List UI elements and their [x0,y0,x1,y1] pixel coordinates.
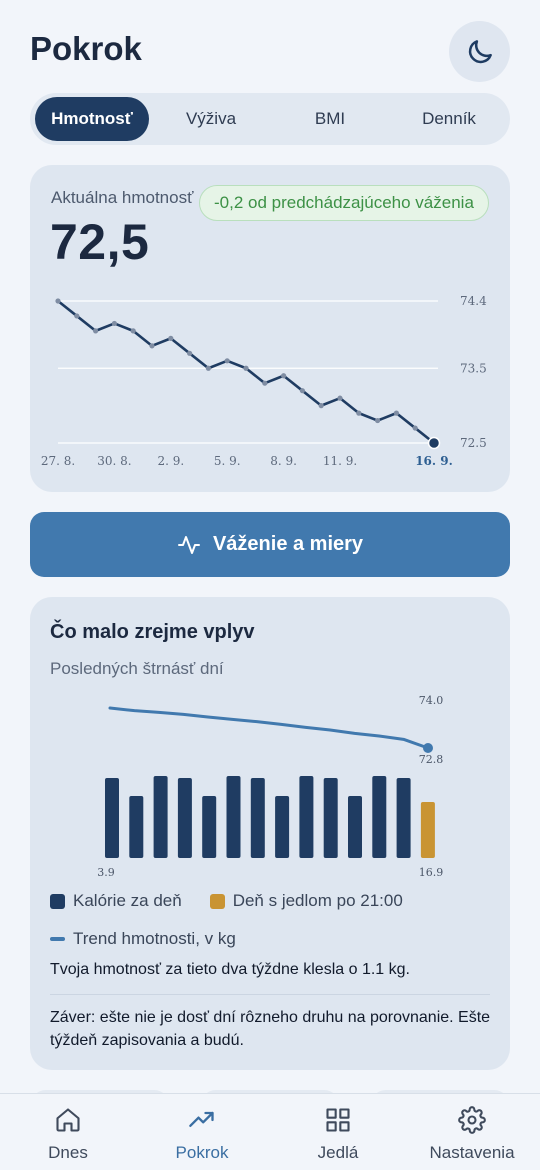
legend-row-1: Kalórie za deň Deň s jedlom po 21:00 [50,891,403,911]
calorie-bar [396,778,411,858]
tab-bmi[interactable]: BMI [273,97,387,141]
legend-calories: Kalórie za deň [50,891,182,911]
data-point [281,373,287,379]
legend-late-meal-label: Deň s jedlom po 21:00 [232,891,403,910]
trend-end-point [423,743,433,753]
x-tick-label: 2. 9. [157,454,184,468]
weighing-and-measures-button[interactable]: Váženie a miery [30,512,510,577]
calorie-bar [129,796,144,858]
header: Pokrok [0,0,540,92]
x-tick-label: 11. 9. [323,454,357,468]
x-tick-label: 30. 8. [97,454,131,468]
weighing-button-label: Váženie a miery [212,533,364,555]
moon-icon [468,39,492,63]
nav-label-settings: Nastavenia [429,1143,515,1162]
nav-item-progress[interactable]: Pokrok [152,1094,252,1170]
nav-label-progress: Pokrok [175,1143,229,1162]
nav-item-settings[interactable]: Nastavenia [417,1094,527,1170]
x-tick-label: 8. 9. [270,454,297,468]
calorie-bar [372,776,387,858]
progress-tabs: Hmotnosť Výživa BMI Denník [30,93,510,145]
data-point [149,343,155,349]
page-title: Pokrok [30,30,142,67]
calorie-bar [177,778,192,858]
data-point [412,425,418,431]
data-point [262,380,268,386]
data-point [205,365,211,371]
calorie-bar [153,776,168,858]
trend-tick-label: 72.8 [419,753,444,766]
x-tick-label: 3.9 [97,866,115,879]
y-tick-label: 74.4 [460,294,487,308]
x-tick-label: 16.9 [419,866,444,879]
theme-toggle-button[interactable] [449,21,510,82]
legend-late-meal: Deň s jedlom po 21:00 [209,891,403,911]
tab-diary[interactable]: Denník [392,97,506,141]
weight-trend-line [108,706,430,750]
x-tick-label: 27. 8. [41,454,75,468]
data-point [111,320,117,327]
legend-swatch-calories [50,893,65,909]
legend-calories-label: Kalórie za deň [73,891,182,910]
calorie-bar [323,778,338,858]
calorie-bar [202,796,217,858]
grid-icon [326,1108,350,1132]
latest-weight-point [427,436,441,450]
legend-trend-label: Trend hmotnosti, v kg [73,929,236,948]
weight-change-badge: -0,2 od predchádzajúceho váženia [199,185,489,221]
nav-item-meals[interactable]: Jedlá [288,1094,388,1170]
x-tick-label: 5. 9. [214,454,241,468]
data-point [187,350,193,356]
data-point [375,417,381,424]
calorie-bar [348,796,362,858]
legend-swatch-late-meal [209,893,225,909]
data-point [299,388,305,394]
current-weight-card: Aktuálna hmotnosť 72,5 74.4 73.5 72.5 27. 8… [30,165,510,492]
calories-trend-chart: 74.0 72.8 3.9 16.9 [97,694,444,879]
impact-summary: Tvoja hmotnosť za tieto dva týždne klesl… [50,961,410,978]
data-point [393,410,399,416]
legend-swatch-trend [50,937,65,941]
trend-tick-label: 74.0 [419,694,444,707]
data-point [168,335,174,341]
data-point [55,298,61,304]
data-point [243,365,249,371]
tab-weight[interactable]: Hmotnosť [35,97,149,141]
trending-up-icon [189,1111,214,1127]
data-point [337,395,343,401]
y-tick-label: 72.5 [460,436,487,450]
data-point [356,410,362,416]
impact-conclusion: Záver: ešte nie je dosť dní rôzneho druh… [50,1009,491,1049]
divider [50,994,490,995]
calorie-bar [250,778,265,858]
legend-row-2: Trend hmotnosti, v kg [50,929,236,949]
calorie-bar [299,776,314,858]
data-point [318,403,324,409]
bottom-navigation: Dnes Pokrok Jedlá Nastavenia [0,1093,540,1170]
calorie-bar [275,796,290,858]
nav-item-today[interactable]: Dnes [18,1094,118,1170]
data-point [74,313,80,319]
data-point [93,328,99,334]
calorie-bar [226,776,241,858]
x-tick-label: 16. 9. [415,454,453,468]
nav-label-meals: Jedlá [317,1143,359,1162]
nav-label-today: Dnes [48,1143,88,1162]
impact-card: Čo malo zrejme vplyv Posledných štrnásť … [30,597,510,1070]
legend-trend: Trend hmotnosti, v kg [50,929,236,949]
tab-nutrition[interactable]: Výživa [154,97,268,141]
home-icon [56,1108,80,1132]
gear-icon [458,1106,486,1134]
activity-icon [177,535,200,554]
data-point [224,358,230,364]
data-point [130,328,136,334]
late-meal-bar [420,802,435,858]
y-tick-label: 73.5 [460,361,487,375]
calorie-bar [105,778,119,858]
